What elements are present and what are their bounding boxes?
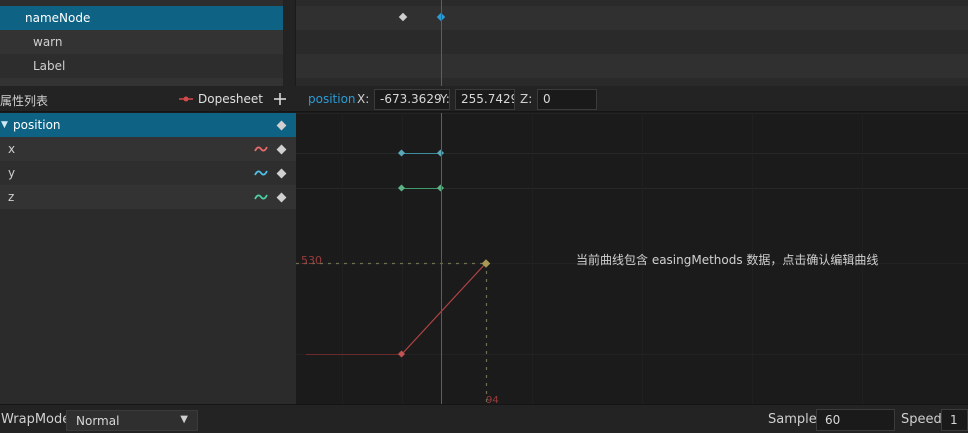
- keyframe-point[interactable]: [397, 149, 406, 157]
- curve-y-icon: [254, 170, 268, 176]
- z-input[interactable]: 0: [537, 89, 597, 110]
- tree-item-namenode[interactable]: nameNode: [0, 6, 283, 30]
- properties-title: 属性列表: [0, 94, 49, 108]
- timeline-row: [296, 54, 968, 78]
- curve-editor[interactable]: 530 94 当前曲线包含 easingMethods 数据，点击确认编辑曲线: [296, 113, 968, 404]
- tree-item-label: Label: [33, 59, 66, 73]
- keyframe-point[interactable]: [436, 184, 445, 192]
- bottom-bar: WrapMode Normal ▼ Sample 60 Speed 1: [0, 404, 968, 433]
- dopesheet-label[interactable]: Dopesheet: [198, 92, 263, 106]
- speed-input[interactable]: 1: [941, 409, 968, 431]
- x-input[interactable]: -673.3629: [374, 89, 450, 110]
- keyframe-point[interactable]: [397, 184, 406, 192]
- keyframe-add-icon[interactable]: [276, 144, 287, 155]
- node-timeline[interactable]: [296, 0, 968, 86]
- property-label: x: [8, 142, 16, 156]
- x-label: X:: [357, 92, 370, 106]
- value-axis-label: 530: [301, 254, 322, 267]
- curve-x-icon: [254, 146, 268, 152]
- y-label: Y:: [440, 92, 450, 106]
- chevron-down-icon[interactable]: ▼: [1, 113, 8, 137]
- z-label: Z:: [520, 92, 533, 106]
- property-row-position[interactable]: ▼ position: [0, 113, 296, 137]
- sample-input[interactable]: 60: [816, 409, 895, 431]
- keyframe-add-icon[interactable]: [276, 192, 287, 203]
- plus-icon[interactable]: [273, 92, 287, 106]
- timeline-row: [296, 78, 968, 86]
- property-row-y[interactable]: y: [0, 161, 296, 185]
- tree-item-label: nameNode: [25, 11, 91, 25]
- property-label: z: [8, 190, 15, 204]
- property-name: position: [308, 92, 356, 106]
- properties-header: 属性列表 Dopesheet: [0, 86, 296, 112]
- tree-item-warn[interactable]: warn: [0, 30, 283, 54]
- property-row-z[interactable]: z: [0, 185, 296, 209]
- property-list: ▼ position x y z: [0, 113, 296, 404]
- property-label: y: [8, 166, 16, 180]
- y-input[interactable]: 255.7429: [455, 89, 515, 110]
- tree-item-label-node[interactable]: Label: [0, 54, 283, 78]
- property-label: position: [13, 118, 61, 132]
- node-tree: nameNode warn Label: [0, 0, 283, 86]
- position-header: position X: -673.3629 Y: 255.7429 Z: 0: [296, 86, 968, 112]
- speed-label: Speed: [901, 412, 942, 427]
- sample-label: Sample: [768, 412, 817, 427]
- dopesheet-icon[interactable]: [178, 90, 194, 108]
- property-row-x[interactable]: x: [0, 137, 296, 161]
- curve-z-icon: [254, 194, 268, 200]
- wrapmode-label: WrapMode: [1, 412, 71, 427]
- chevron-down-icon: ▼: [180, 414, 188, 425]
- tree-item-partial[interactable]: [0, 78, 283, 86]
- easing-confirm-message[interactable]: 当前曲线包含 easingMethods 数据，点击确认编辑曲线: [576, 251, 878, 268]
- frame-axis-label: 94: [486, 395, 499, 404]
- tree-item-label: warn: [33, 35, 63, 49]
- keyframe-add-icon[interactable]: [276, 168, 287, 179]
- keyframe-add-icon[interactable]: [276, 120, 287, 131]
- timeline-row: [296, 30, 968, 54]
- tree-scrollbar[interactable]: [283, 0, 295, 86]
- keyframe-point[interactable]: [436, 149, 445, 157]
- playhead-line[interactable]: [441, 0, 442, 86]
- wrapmode-select[interactable]: Normal ▼: [66, 410, 198, 431]
- wrapmode-value: Normal: [76, 414, 120, 428]
- curve-x-segment[interactable]: [401, 262, 487, 355]
- timeline-row: [296, 6, 968, 30]
